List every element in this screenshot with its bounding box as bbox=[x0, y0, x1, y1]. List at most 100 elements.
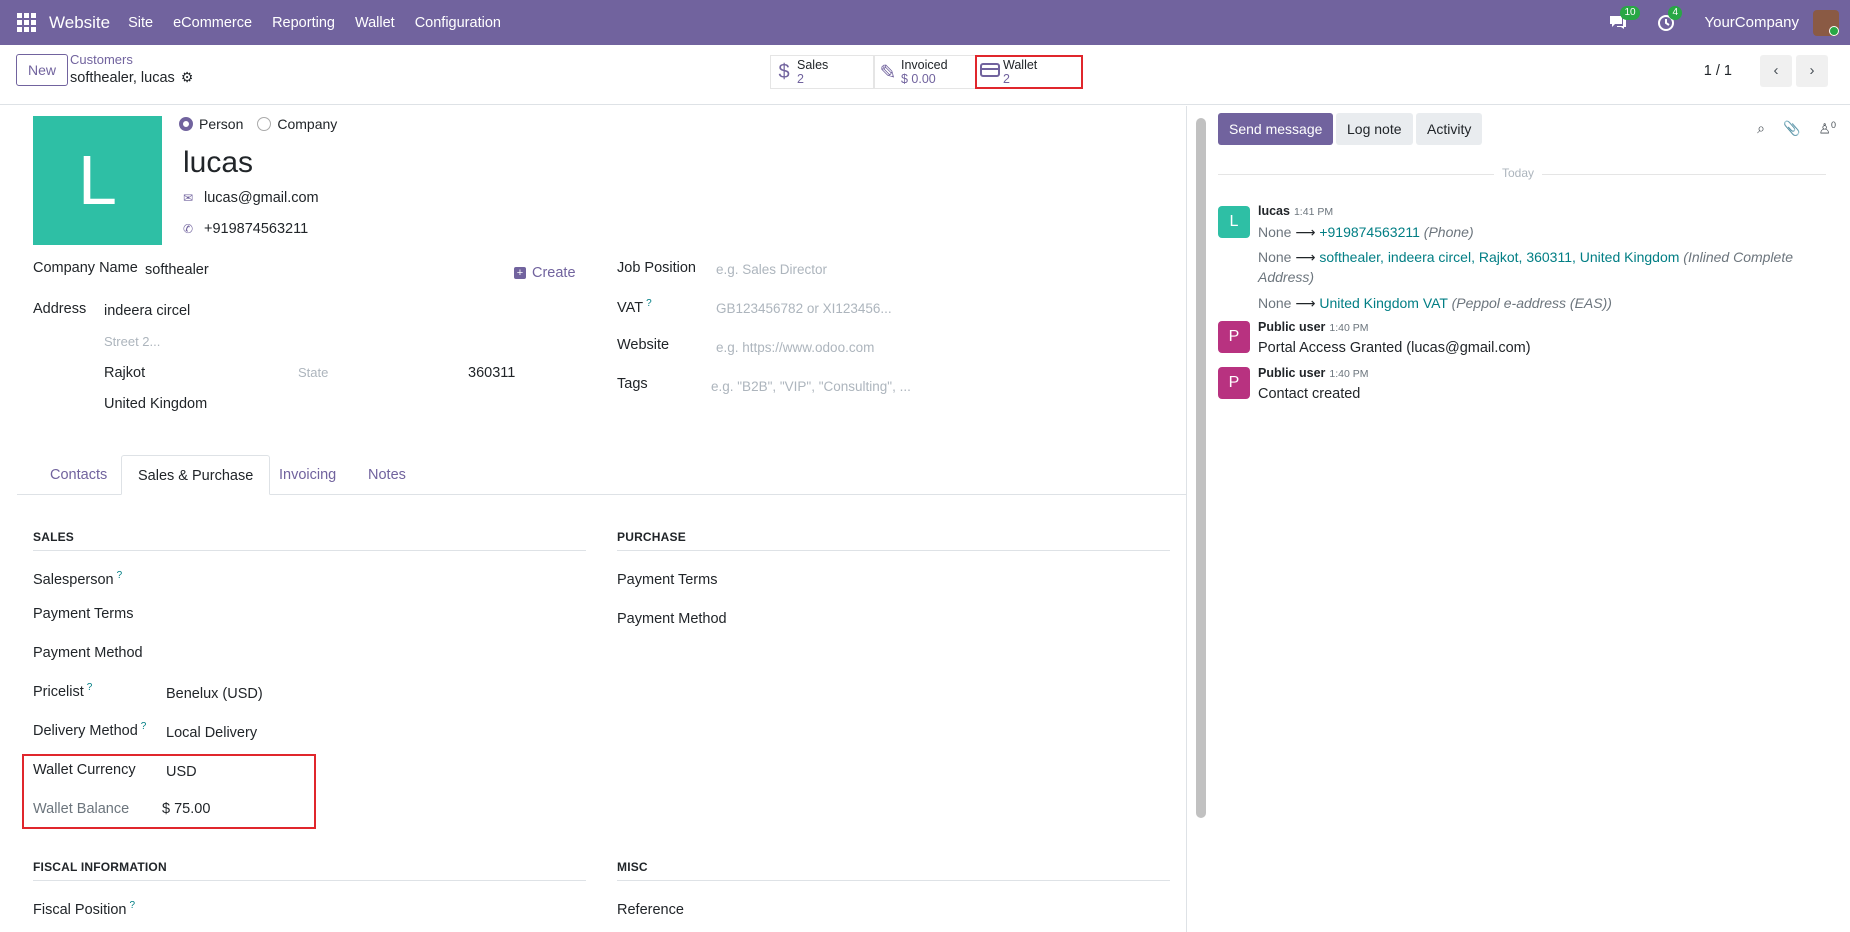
tab-notes[interactable]: Notes bbox=[352, 455, 422, 495]
smart-button-invoiced[interactable]: ✎ Invoiced $ 0.00 bbox=[874, 55, 976, 89]
breadcrumb[interactable]: Customers bbox=[70, 52, 133, 67]
help-icon[interactable]: ? bbox=[129, 900, 135, 911]
followers-icon[interactable]: ♙0 bbox=[1818, 120, 1836, 138]
wallet-balance-value: $ 75.00 bbox=[162, 801, 211, 817]
sales-payment-method-label: Payment Method bbox=[33, 645, 143, 661]
menu-configuration[interactable]: Configuration bbox=[415, 15, 501, 31]
control-panel: New Customers softhealer, lucas ⚙ $ Sale… bbox=[0, 45, 1850, 105]
country-select[interactable]: United Kingdom bbox=[104, 396, 207, 412]
create-label: Create bbox=[532, 265, 576, 281]
smart-sales-value: 2 bbox=[797, 72, 804, 86]
pricelist-label: Pricelist? bbox=[33, 682, 92, 700]
smart-wallet-label: Wallet bbox=[1003, 58, 1038, 72]
purchase-payment-terms-label: Payment Terms bbox=[617, 572, 718, 588]
company-name-input[interactable]: softhealer bbox=[145, 262, 209, 278]
author-name[interactable]: lucas bbox=[1258, 204, 1290, 218]
company-type-selector: Person Company bbox=[179, 116, 337, 132]
message-avatar[interactable]: P bbox=[1218, 367, 1250, 399]
fiscal-section-header: FISCAL INFORMATION bbox=[33, 860, 586, 881]
tab-contacts[interactable]: Contacts bbox=[34, 455, 123, 495]
record-name: softhealer, lucas bbox=[70, 69, 175, 86]
email-value[interactable]: lucas@gmail.com bbox=[204, 190, 319, 206]
author-name[interactable]: Public user bbox=[1258, 320, 1325, 334]
tab-sales-purchase[interactable]: Sales & Purchase bbox=[121, 455, 271, 495]
phone-value[interactable]: +919874563211 bbox=[204, 221, 308, 237]
old-value: None bbox=[1258, 224, 1292, 240]
message-avatar[interactable]: P bbox=[1218, 321, 1250, 353]
street2-input[interactable]: Street 2... bbox=[104, 334, 160, 349]
help-icon[interactable]: ? bbox=[141, 721, 147, 732]
help-icon[interactable]: ? bbox=[87, 682, 93, 693]
job-position-label: Job Position bbox=[617, 260, 696, 276]
zip-input[interactable]: 360311 bbox=[468, 365, 515, 381]
notebook-tabs: Contacts Sales & Purchase Invoicing Note… bbox=[17, 449, 1186, 495]
vat-label-text: VAT bbox=[617, 299, 644, 316]
menu-reporting[interactable]: Reporting bbox=[272, 15, 335, 31]
messages-badge: 10 bbox=[1620, 5, 1640, 20]
delivery-method-label: Delivery Method? bbox=[33, 721, 146, 739]
radio-person-label[interactable]: Person bbox=[199, 116, 243, 132]
field-name: (Peppol e-address (EAS)) bbox=[1451, 295, 1612, 311]
pricelist-select[interactable]: Benelux (USD) bbox=[166, 686, 263, 702]
menu-site[interactable]: Site bbox=[128, 15, 153, 31]
arrow-right-icon: ⟶ bbox=[1295, 249, 1316, 265]
paperclip-icon[interactable]: 📎 bbox=[1783, 120, 1800, 138]
company-switcher[interactable]: YourCompany bbox=[1704, 14, 1799, 31]
new-value: +919874563211 bbox=[1319, 224, 1420, 240]
menu-wallet[interactable]: Wallet bbox=[355, 15, 395, 31]
contact-name[interactable]: lucas bbox=[183, 146, 253, 180]
state-select[interactable]: State bbox=[298, 365, 328, 380]
new-button[interactable]: New bbox=[16, 54, 69, 86]
tab-invoicing[interactable]: Invoicing bbox=[263, 455, 352, 495]
activity-badge: 4 bbox=[1668, 5, 1683, 20]
activity-button[interactable]: Activity bbox=[1416, 113, 1483, 145]
website-input[interactable]: e.g. https://www.odoo.com bbox=[716, 340, 874, 355]
menu-ecommerce[interactable]: eCommerce bbox=[173, 15, 252, 31]
user-avatar[interactable] bbox=[1813, 9, 1839, 36]
log-note-button[interactable]: Log note bbox=[1336, 113, 1413, 145]
app-name[interactable]: Website bbox=[49, 13, 110, 33]
search-icon[interactable]: ⌕ bbox=[1757, 120, 1765, 138]
job-position-input[interactable]: e.g. Sales Director bbox=[716, 262, 827, 277]
message-avatar[interactable]: L bbox=[1218, 206, 1250, 238]
radio-company[interactable] bbox=[257, 117, 272, 131]
pager-next-icon[interactable]: › bbox=[1796, 55, 1828, 87]
author-name[interactable]: Public user bbox=[1258, 366, 1325, 380]
wallet-currency-select[interactable]: USD bbox=[166, 764, 197, 780]
city-input[interactable]: Rajkot bbox=[104, 365, 145, 381]
messages-icon[interactable]: 10 bbox=[1608, 5, 1640, 34]
smart-invoiced-label: Invoiced bbox=[901, 58, 948, 72]
reference-label: Reference bbox=[617, 902, 684, 918]
arrow-right-icon: ⟶ bbox=[1295, 295, 1316, 311]
radio-company-label[interactable]: Company bbox=[277, 116, 337, 132]
gear-icon[interactable]: ⚙ bbox=[181, 69, 194, 86]
contact-avatar[interactable]: L bbox=[33, 116, 162, 245]
purchase-payment-method-label: Payment Method bbox=[617, 611, 727, 627]
pager-previous-icon[interactable]: ‹ bbox=[1760, 55, 1792, 87]
email-field[interactable]: ✉ lucas@gmail.com bbox=[181, 190, 319, 206]
tracking-line: None ⟶ +919874563211 (Phone) bbox=[1258, 222, 1818, 242]
activity-icon[interactable]: 4 bbox=[1656, 5, 1683, 34]
pricelist-label-text: Pricelist bbox=[33, 683, 84, 700]
street-input[interactable]: indeera circel bbox=[104, 303, 190, 319]
wallet-currency-label: Wallet Currency bbox=[33, 762, 136, 778]
pager-value[interactable]: 1 / 1 bbox=[1704, 63, 1732, 79]
message-time: 1:40 PM bbox=[1329, 322, 1369, 334]
smart-button-wallet[interactable]: Wallet 2 bbox=[975, 55, 1083, 89]
tracking-line: None ⟶ United Kingdom VAT (Peppol e-addr… bbox=[1258, 293, 1818, 313]
tags-input[interactable]: e.g. "B2B", "VIP", "Consulting", ... bbox=[711, 379, 911, 394]
send-message-button[interactable]: Send message bbox=[1218, 113, 1334, 145]
help-icon[interactable]: ? bbox=[117, 570, 123, 581]
apps-menu-icon[interactable] bbox=[17, 12, 37, 33]
phone-field[interactable]: ✆ +919874563211 bbox=[181, 221, 308, 237]
message-body: Contact created bbox=[1258, 386, 1361, 402]
smart-button-sales[interactable]: $ Sales 2 bbox=[770, 55, 874, 89]
edit-icon: ✎ bbox=[879, 61, 897, 84]
radio-person[interactable] bbox=[179, 117, 193, 131]
delivery-method-select[interactable]: Local Delivery bbox=[166, 725, 257, 741]
form-scrollbar[interactable] bbox=[1196, 118, 1206, 818]
help-icon[interactable]: ? bbox=[646, 298, 652, 309]
vat-input[interactable]: GB123456782 or XI123456... bbox=[716, 301, 892, 316]
create-company-button[interactable]: + Create bbox=[514, 265, 576, 281]
misc-section-header: MISC bbox=[617, 860, 1170, 881]
